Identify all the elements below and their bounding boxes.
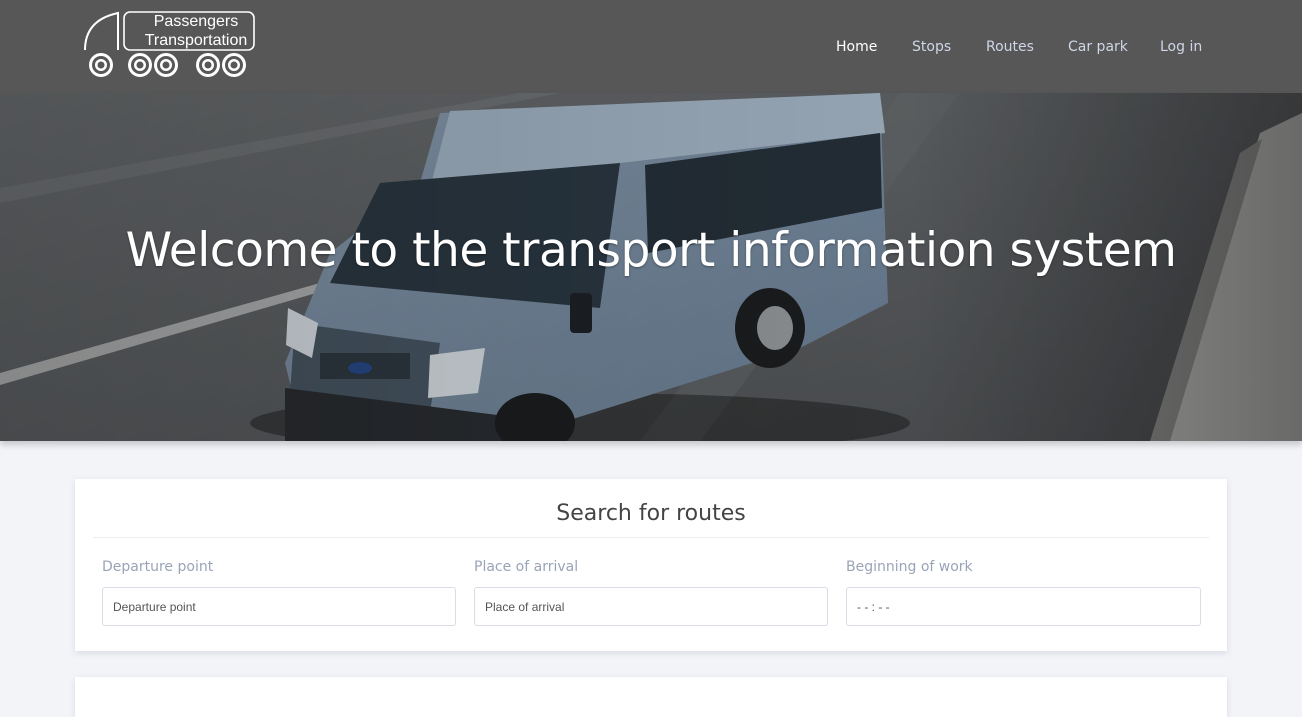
departure-input[interactable] (102, 587, 456, 626)
nav-home[interactable]: Home (836, 36, 877, 58)
nav-stops[interactable]: Stops (912, 36, 951, 58)
departure-label: Departure point (102, 559, 214, 575)
nav-routes[interactable]: Routes (986, 36, 1034, 58)
hero-title: Welcome to the transport information sys… (125, 223, 1177, 278)
nav-car-park[interactable]: Car park (1068, 36, 1128, 58)
arrival-input[interactable] (474, 587, 828, 626)
route-search-card: Search for routes Departure point Place … (75, 479, 1227, 651)
brand-line1: Passengers (153, 13, 239, 30)
card-divider (93, 537, 1209, 538)
search-title: Search for routes (556, 501, 746, 526)
hero-banner: Welcome to the transport information sys… (0, 93, 1302, 441)
nav-log-in[interactable]: Log in (1160, 36, 1202, 58)
work-start-time-input[interactable] (846, 587, 1201, 626)
work-start-label: Beginning of work (846, 559, 973, 575)
results-card (75, 677, 1227, 717)
main-nav: Home Stops Routes Car park Log in (0, 36, 1302, 60)
arrival-label: Place of arrival (474, 559, 579, 575)
header: Passengers Transportation Home Stops Rou… (0, 0, 1302, 93)
